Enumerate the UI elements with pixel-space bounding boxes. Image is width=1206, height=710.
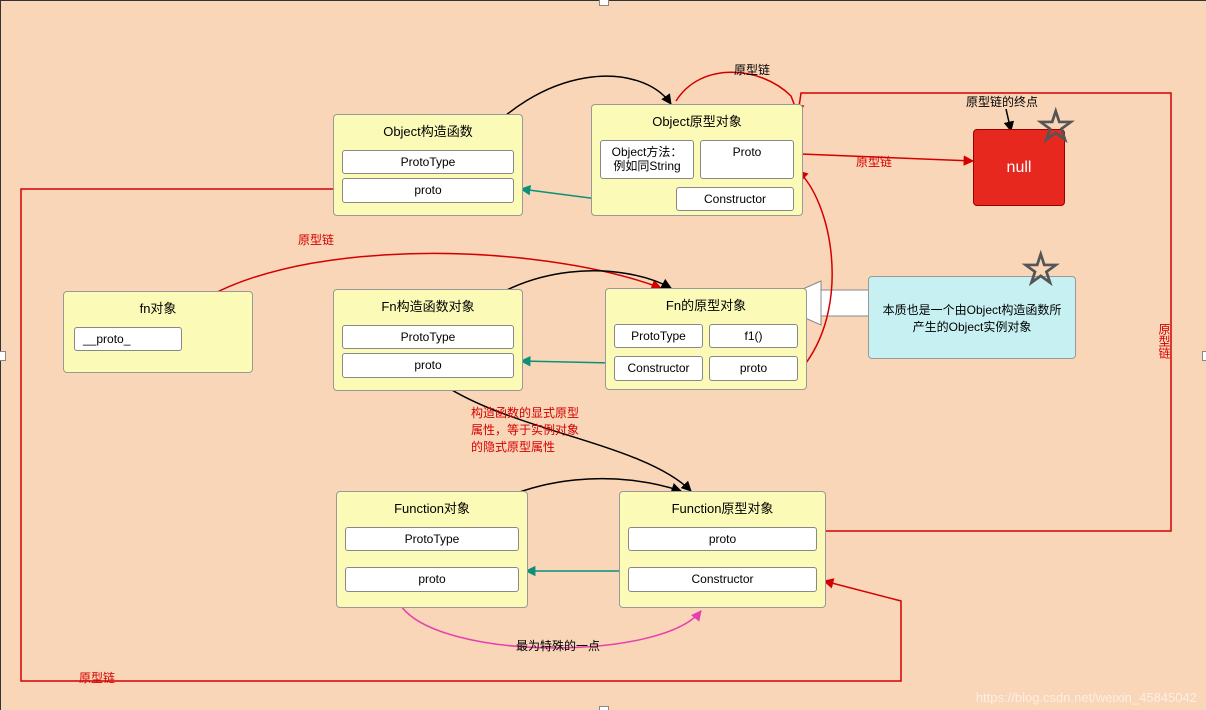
box-title: Function原型对象 (620, 492, 825, 523)
essence-text: 本质也是一个由Object构造函数所产生的Object实例对象 (877, 301, 1067, 335)
star-icon: ☆ (1036, 101, 1075, 152)
slot-proto: Proto (700, 140, 794, 179)
slot-prototype: ProtoType (614, 324, 703, 348)
label-special: 最为特殊的一点 (516, 637, 600, 654)
slot-prototype: ProtoType (345, 527, 519, 551)
page-handle-left[interactable] (0, 351, 6, 361)
null-label: null (1007, 159, 1032, 177)
page-handle-top[interactable] (599, 0, 609, 6)
slot-proto: proto (345, 567, 519, 591)
label-proto-chain: 原型链 (298, 231, 334, 248)
slot-f1: f1() (709, 324, 798, 348)
watermark: https://blog.csdn.net/weixin_45845042 (976, 690, 1197, 705)
slot-constructor: Constructor (676, 187, 794, 211)
box-title: Object原型对象 (592, 105, 802, 136)
box-object-prototype[interactable]: Object原型对象 Object方法：例如同String Proto Cons… (591, 104, 803, 216)
box-fn-instance[interactable]: fn对象 __proto_ (63, 291, 253, 373)
box-title: Function对象 (337, 492, 527, 523)
page-handle-right[interactable] (1202, 351, 1206, 361)
label-end-of-chain: 原型链的终点 (966, 93, 1038, 110)
slot-prototype: ProtoType (342, 325, 514, 349)
label-proto-chain: 原型链 (856, 153, 892, 170)
box-fn-prototype[interactable]: Fn的原型对象 ProtoType f1() Constructor proto (605, 288, 807, 390)
box-function-prototype[interactable]: Function原型对象 proto Constructor (619, 491, 826, 608)
box-fn-constructor[interactable]: Fn构造函数对象 ProtoType proto (333, 289, 523, 391)
slot-constructor: Constructor (628, 567, 817, 591)
diagram-canvas: Object构造函数 ProtoType proto Object原型对象 Ob… (0, 0, 1206, 710)
slot-proto: proto (342, 353, 514, 377)
page-handle-bottom[interactable] (599, 706, 609, 710)
slot-prototype: ProtoType (342, 150, 514, 174)
slot-proto: proto (628, 527, 817, 551)
slot-constructor: Constructor (614, 356, 703, 380)
slot-proto: proto (342, 178, 514, 202)
label-explicit-note: 构造函数的显式原型 属性，等于实例对象 的隐式原型属性 (471, 404, 579, 455)
label-proto-chain: 原型链 (1156, 323, 1173, 359)
box-function-object[interactable]: Function对象 ProtoType proto (336, 491, 528, 608)
slot-proto: __proto_ (74, 327, 182, 351)
box-object-constructor[interactable]: Object构造函数 ProtoType proto (333, 114, 523, 216)
box-title: fn对象 (64, 292, 252, 323)
label-proto-chain: 原型链 (734, 61, 770, 78)
box-title: Fn构造函数对象 (334, 290, 522, 321)
slot-object-methods: Object方法：例如同String (600, 140, 694, 179)
star-icon: ☆ (1021, 244, 1060, 295)
box-title: Object构造函数 (334, 115, 522, 146)
slot-proto: proto (709, 356, 798, 380)
box-title: Fn的原型对象 (606, 289, 806, 320)
label-proto-chain: 原型链 (79, 669, 115, 686)
